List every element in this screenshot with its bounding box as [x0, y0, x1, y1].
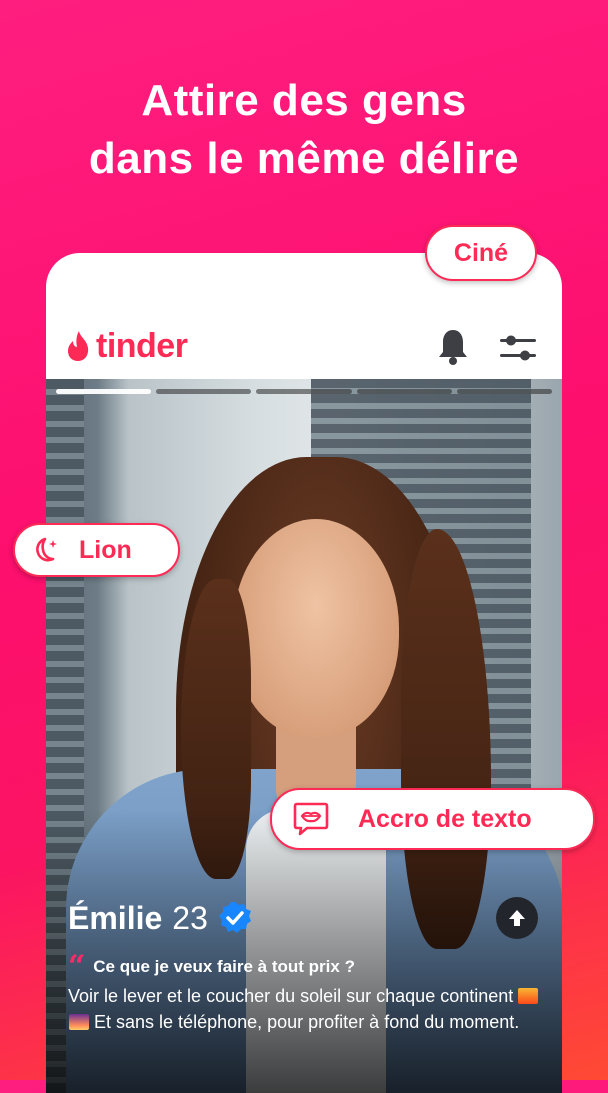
headline: Attire des gens dans le même délire	[0, 72, 608, 188]
headline-line-1: Attire des gens	[141, 76, 467, 125]
interest-chip-lion[interactable]: Lion	[13, 523, 180, 577]
bell-icon[interactable]	[436, 327, 470, 367]
photo-progress-segment[interactable]	[456, 389, 553, 394]
answer-text-1: Voir le lever et le coucher du soleil su…	[68, 986, 514, 1006]
prompt-row: “ Ce que je veux faire à tout prix ?	[68, 949, 548, 984]
tinder-logo[interactable]: tinder	[66, 327, 188, 365]
moon-stars-icon	[36, 537, 57, 562]
expand-profile-button[interactable]	[496, 897, 538, 939]
verified-badge-icon	[218, 902, 251, 933]
quote-icon: “	[68, 949, 86, 984]
sliders-icon[interactable]	[498, 331, 538, 365]
name-row: Émilie 23	[68, 897, 548, 939]
sunrise-emoji-icon	[518, 988, 539, 1004]
headline-line-2: dans le même délire	[88, 134, 520, 183]
speech-bubble-lips-icon	[293, 802, 329, 836]
photo-progress-segment[interactable]	[156, 389, 252, 394]
profile-name: Émilie	[68, 899, 163, 936]
arrow-up-icon	[509, 910, 525, 926]
logo-text: tinder	[96, 327, 188, 365]
interest-chip-texto[interactable]: Accro de texto	[270, 788, 595, 850]
chip-label: Lion	[79, 535, 132, 564]
face	[233, 519, 399, 737]
profile-photo[interactable]: Émilie 23 “ Ce que je veux faire à tout …	[46, 379, 562, 1093]
photo-progress-segment[interactable]	[56, 389, 152, 394]
chip-label: Accro de texto	[358, 804, 532, 833]
chip-label: Ciné	[453, 238, 509, 267]
prompt-question: Ce que je veux faire à tout prix ?	[93, 957, 355, 976]
profile-age: 23	[172, 899, 208, 936]
photo-progress-segment[interactable]	[256, 389, 352, 394]
prompt-answer: Voir le lever et le coucher du soleil su…	[68, 983, 548, 1035]
photo-progress-segment[interactable]	[356, 389, 452, 394]
sunset-emoji-icon	[69, 1014, 89, 1030]
profile-info: Émilie 23 “ Ce que je veux faire à tout …	[68, 897, 548, 1035]
interest-chip-cine[interactable]: Ciné	[425, 225, 537, 281]
phone-frame: tinder Émilie 23 “ Ce que je veux faire …	[46, 253, 562, 1093]
photo-progress-bar	[56, 389, 553, 394]
flame-icon	[68, 331, 89, 361]
answer-text-2: Et sans le téléphone, pour profiter à fo…	[94, 1012, 520, 1032]
